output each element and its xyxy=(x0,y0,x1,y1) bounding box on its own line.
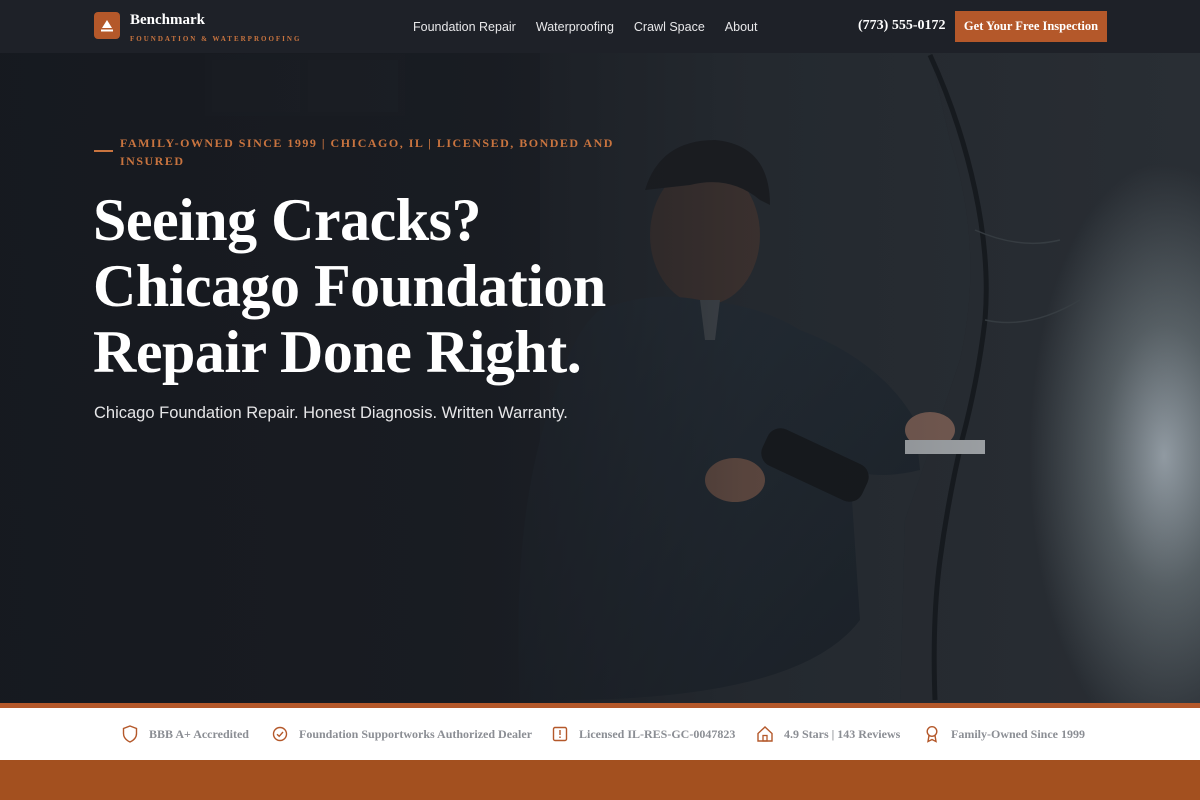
hero-eyebrow-text: FAMILY-OWNED SINCE 1999 | CHICAGO, IL | … xyxy=(120,136,614,168)
nav-link-crawl-space[interactable]: Crawl Space xyxy=(634,20,705,34)
main-menu: Foundation Repair Waterproofing Crawl Sp… xyxy=(413,20,757,34)
hero-section: FAMILY-OWNED SINCE 1999 | CHICAGO, IL | … xyxy=(0,0,1200,703)
hero-headline: Seeing Cracks? Chicago Foundation Repair… xyxy=(93,187,606,385)
shield-icon xyxy=(121,725,139,743)
eyebrow-rule xyxy=(94,150,113,152)
trust-label: Licensed IL-RES-GC-0047823 xyxy=(579,726,736,741)
nav-link-waterproofing[interactable]: Waterproofing xyxy=(536,20,614,34)
award-icon xyxy=(923,725,941,743)
trust-bar: BBB A+ Accredited Foundation Supportwork… xyxy=(0,708,1200,760)
trust-item-family-owned: Family-Owned Since 1999 xyxy=(923,725,1085,743)
trust-label: Family-Owned Since 1999 xyxy=(951,726,1085,741)
trust-label: 4.9 Stars | 143 Reviews xyxy=(784,726,901,741)
hero-eyebrow: FAMILY-OWNED SINCE 1999 | CHICAGO, IL | … xyxy=(94,134,614,170)
trust-label: BBB A+ Accredited xyxy=(149,726,249,741)
brand-name: Benchmark xyxy=(130,12,205,28)
trust-item-reviews: 4.9 Stars | 143 Reviews xyxy=(756,725,900,743)
trust-label: Foundation Supportworks Authorized Deale… xyxy=(299,726,533,741)
logo-mark-icon xyxy=(94,12,120,39)
nav-link-foundation-repair[interactable]: Foundation Repair xyxy=(413,20,516,34)
free-inspection-button[interactable]: Get Your Free Inspection xyxy=(955,11,1107,42)
trust-item-supportworks: Foundation Supportworks Authorized Deale… xyxy=(271,725,532,743)
phone-link[interactable]: (773) 555-0172 xyxy=(858,18,946,34)
brand-logo[interactable]: Benchmark FOUNDATION & WATERPROOFING xyxy=(94,12,301,44)
house-icon xyxy=(756,725,774,743)
nav-link-about[interactable]: About xyxy=(725,20,758,34)
trust-item-bbb: BBB A+ Accredited xyxy=(121,725,249,743)
trust-item-license: Licensed IL-RES-GC-0047823 xyxy=(551,725,735,743)
hero-subheadline: Chicago Foundation Repair. Honest Diagno… xyxy=(94,404,568,422)
check-circle-icon xyxy=(271,725,289,743)
brand-tagline: FOUNDATION & WATERPROOFING xyxy=(130,35,302,43)
top-navigation: Benchmark FOUNDATION & WATERPROOFING Fou… xyxy=(0,0,1200,53)
brand-text: Benchmark FOUNDATION & WATERPROOFING xyxy=(130,12,301,44)
license-icon xyxy=(551,725,569,743)
next-section-band xyxy=(0,760,1200,800)
